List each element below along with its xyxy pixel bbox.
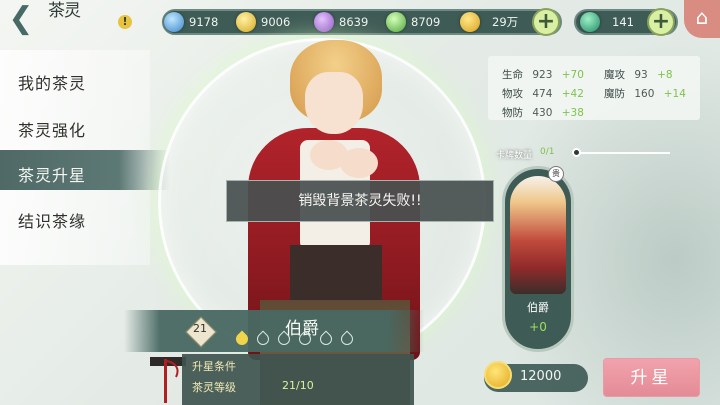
home-button[interactable]: ⌂ [684, 0, 720, 38]
resource-value: 8709 [411, 15, 441, 29]
resource-value: 9178 [189, 15, 219, 29]
star-rating [233, 330, 356, 348]
stat-label: 生命 [502, 69, 523, 81]
stat-physical-defense: 物防 430 +38 [502, 105, 584, 120]
stat-label: 魔攻 [604, 69, 625, 81]
resource-value: 29万 [492, 15, 519, 29]
back-button[interactable]: ❮ [8, 4, 34, 34]
resource-blue-gem: 9178 [164, 11, 218, 33]
add-resource-button[interactable]: + [532, 8, 560, 36]
cost-value: 12000 [520, 369, 562, 384]
alert-icon[interactable]: ! [118, 15, 132, 29]
gold-coin-icon [460, 12, 480, 32]
condition-value: 21/10 [282, 379, 314, 392]
card-count-slider-track[interactable] [574, 152, 670, 154]
side-item-my-tea-spirits[interactable]: 我的茶灵 [18, 70, 86, 94]
card-count-value: 0/1 [540, 147, 555, 157]
stat-value: 160 [634, 88, 655, 100]
stat-bonus: +42 [561, 88, 584, 100]
card-plus-level: +0 [529, 320, 547, 334]
stat-physical-attack: 物攻 474 +42 [502, 86, 584, 101]
stat-magic-defense: 魔防 160 +14 [604, 86, 686, 101]
stat-bonus: +38 [561, 107, 584, 119]
resource-value: 8639 [339, 15, 369, 29]
star-empty-icon [275, 330, 293, 348]
gold-coin-icon [484, 361, 512, 389]
card-count-slider-knob[interactable] [572, 148, 581, 157]
side-item-star-up[interactable]: 茶灵升星 [18, 162, 86, 186]
stat-value: 430 [532, 107, 553, 119]
stat-label: 魔防 [604, 88, 625, 100]
side-item-meet-fate[interactable]: 结识茶缘 [18, 208, 86, 232]
green-gem-icon [386, 12, 406, 32]
character-hand [340, 148, 378, 178]
side-item-enhance[interactable]: 茶灵强化 [18, 117, 86, 141]
conditions-title: 升星条件 [192, 360, 236, 373]
resource-gold: 29万 [460, 11, 518, 33]
add-ticket-button[interactable]: + [647, 8, 675, 36]
resource-value: 141 [612, 15, 634, 29]
resource-ticket: 141 [580, 11, 634, 33]
stat-bonus: +70 [561, 69, 584, 81]
card-portrait [510, 176, 566, 294]
card-rarity-badge: 贵 [548, 166, 564, 182]
green-ticket-icon [580, 12, 600, 32]
resource-purple-gem: 8639 [314, 11, 368, 33]
toast-message: 销毁背景茶灵失败!! [226, 180, 494, 222]
stat-label: 物攻 [502, 88, 523, 100]
star-empty-icon [254, 330, 272, 348]
stat-bonus: +14 [663, 88, 686, 100]
blue-gem-icon [164, 12, 184, 32]
star-empty-icon [317, 330, 335, 348]
resource-green-gem: 8709 [386, 11, 440, 33]
stat-bonus: +8 [657, 69, 673, 81]
stat-label: 物防 [502, 107, 523, 119]
stat-value: 474 [532, 88, 553, 100]
star-up-button[interactable]: 升星 [603, 358, 700, 397]
resource-value: 9006 [261, 15, 291, 29]
home-icon: ⌂ [695, 5, 709, 29]
yellow-gem-icon [236, 12, 256, 32]
star-empty-icon [338, 330, 356, 348]
page-title: 茶灵 [48, 1, 81, 21]
purple-gem-icon [314, 12, 334, 32]
star-empty-icon [296, 330, 314, 348]
character-face [305, 72, 363, 134]
stat-value: 923 [532, 69, 553, 81]
resource-yellow-gem: 9006 [236, 11, 290, 33]
stat-value: 93 [634, 69, 648, 81]
stat-magic-attack: 魔攻 93 +8 [604, 67, 673, 82]
level-value: 21 [193, 322, 207, 335]
card-name: 伯爵 [527, 301, 549, 314]
name-banner [124, 310, 424, 352]
card-count-label: 卡牌数量 [496, 151, 533, 161]
condition-label: 茶灵等级 [192, 381, 236, 394]
star-filled-icon [233, 330, 251, 348]
stat-hp: 生命 923 +70 [502, 67, 584, 82]
